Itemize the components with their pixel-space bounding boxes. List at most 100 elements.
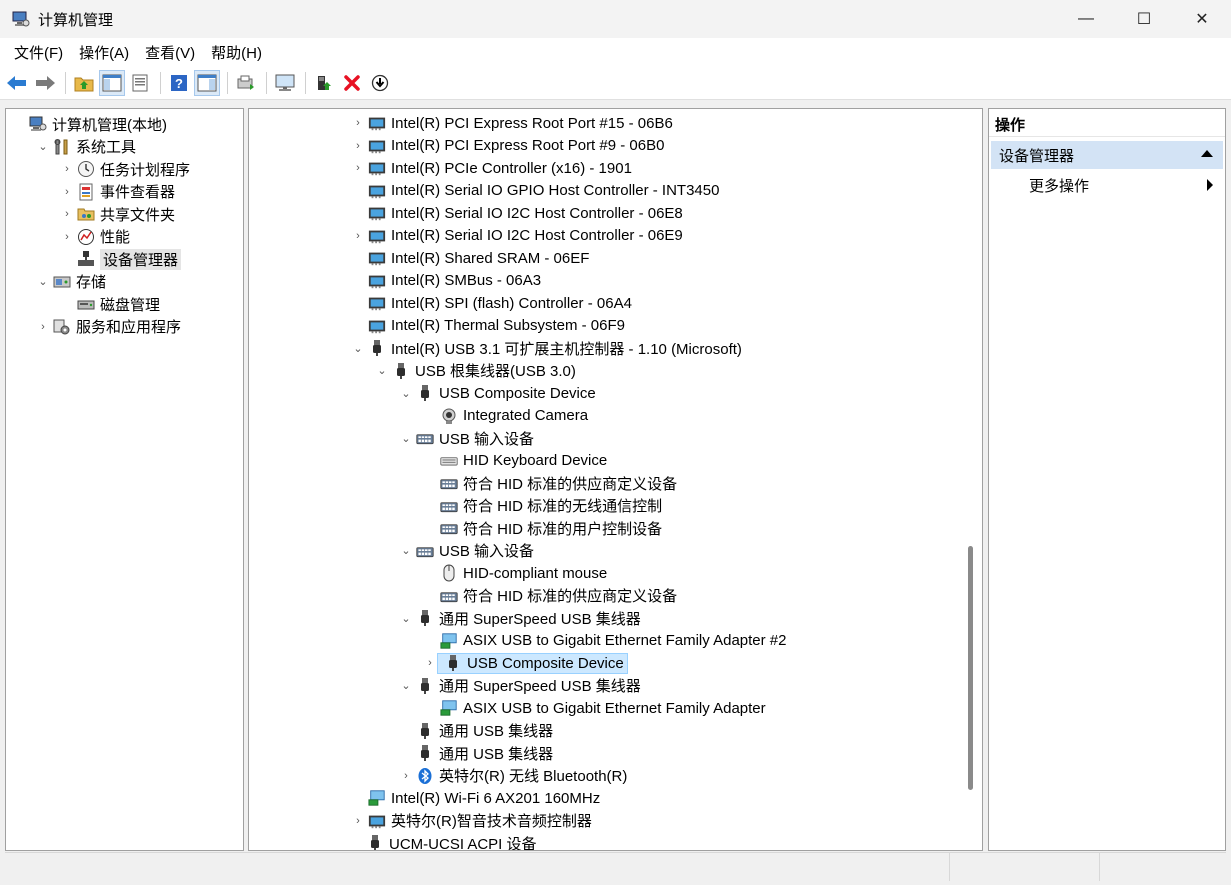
device-tree-item[interactable]: HID-compliant mouse (423, 562, 607, 584)
expand-chevron-icon[interactable]: › (36, 320, 50, 334)
scrollbar-thumb[interactable] (968, 546, 973, 790)
device-tree-item[interactable]: ⌄ USB Composite Device (399, 382, 595, 404)
expand-chevron-icon[interactable]: › (60, 185, 74, 199)
nav-tree-item[interactable]: › 共享文件夹 (60, 203, 175, 225)
device-tree-item[interactable]: ⌄ 通用 SuperSpeed USB 集线器 (399, 675, 641, 697)
device-tree-item[interactable]: ⌄ USB 输入设备 (399, 427, 534, 449)
status-cell-2 (950, 853, 1100, 881)
expand-chevron-icon[interactable]: › (60, 230, 74, 244)
expand-chevron-icon[interactable]: › (351, 814, 365, 828)
collapse-triangle-icon[interactable] (1201, 150, 1213, 157)
device-tree-item[interactable]: UCM-UCSI ACPI 设备 (349, 832, 537, 850)
expand-chevron-icon[interactable]: › (351, 116, 365, 130)
no-expander (423, 409, 437, 423)
forward-button[interactable] (32, 70, 58, 96)
device-tree-item[interactable]: ⌄ 通用 SuperSpeed USB 集线器 (399, 607, 641, 629)
device-tree-item[interactable]: ⌄ Intel(R) USB 3.1 可扩展主机控制器 - 1.10 (Micro… (351, 337, 742, 359)
title-bar: 计算机管理 — ☐ ✕ (0, 0, 1231, 38)
device-tree-item[interactable]: Intel(R) SMBus - 06A3 (351, 270, 541, 292)
device-tree-item[interactable]: 符合 HID 标准的用户控制设备 (423, 517, 662, 539)
device-tree-item[interactable]: 符合 HID 标准的无线通信控制 (423, 495, 662, 517)
device-tree-item[interactable]: HID Keyboard Device (423, 450, 607, 472)
maximize-button[interactable]: ☐ (1115, 0, 1173, 38)
device-tree-item[interactable]: ASIX USB to Gigabit Ethernet Family Adap… (423, 697, 766, 719)
nav-tree-item[interactable]: ⌄ 系统工具 (36, 136, 136, 158)
expand-chevron-icon[interactable]: › (351, 139, 365, 153)
no-expander (423, 454, 437, 468)
device-tree-item[interactable]: Intel(R) SPI (flash) Controller - 06A4 (351, 292, 632, 314)
device-tree-item[interactable]: Intel(R) Serial IO GPIO Host Controller … (351, 180, 719, 202)
collapse-chevron-icon[interactable]: ⌄ (399, 544, 413, 558)
properties-button[interactable] (127, 70, 153, 96)
device-label: 通用 SuperSpeed USB 集线器 (439, 610, 641, 628)
device-tree-item[interactable]: Intel(R) Thermal Subsystem - 06F9 (351, 315, 625, 337)
back-button[interactable] (4, 70, 30, 96)
device-tree-item[interactable]: Intel(R) Shared SRAM - 06EF (351, 247, 589, 269)
device-tree-item[interactable]: › Intel(R) PCIe Controller (x16) - 1901 (351, 157, 632, 179)
up-folder-button[interactable] (71, 70, 97, 96)
menu-action[interactable]: 操作(A) (71, 42, 137, 63)
expand-chevron-icon[interactable]: › (399, 769, 413, 783)
menu-help[interactable]: 帮助(H) (203, 42, 270, 63)
expand-chevron-icon[interactable]: › (60, 162, 74, 176)
monitor-button[interactable] (272, 70, 298, 96)
collapse-chevron-icon[interactable]: ⌄ (399, 611, 413, 625)
device-tree-item[interactable]: Intel(R) Wi-Fi 6 AX201 160MHz (351, 787, 600, 809)
export-button[interactable] (233, 70, 259, 96)
expand-chevron-icon[interactable]: › (60, 207, 74, 221)
properties-icon (132, 74, 148, 91)
device-tree-item[interactable]: › Intel(R) Serial IO I2C Host Controller … (351, 225, 683, 247)
pci-device-icon (368, 204, 386, 222)
nav-tree-item[interactable]: 设备管理器 (60, 248, 182, 270)
show-hide-tree-button[interactable] (99, 69, 125, 96)
collapse-chevron-icon[interactable]: ⌄ (36, 275, 50, 289)
collapse-chevron-icon[interactable]: ⌄ (375, 364, 389, 378)
device-tree-item[interactable]: Integrated Camera (423, 405, 588, 427)
nav-tree-item[interactable]: › 服务和应用程序 (36, 316, 181, 338)
collapse-chevron-icon[interactable]: ⌄ (399, 431, 413, 445)
minimize-button[interactable]: — (1057, 0, 1115, 38)
device-tree-item[interactable]: › 英特尔(R) 无线 Bluetooth(R) (399, 765, 627, 787)
collapse-chevron-icon[interactable]: ⌄ (36, 140, 50, 154)
device-label: Intel(R) Wi-Fi 6 AX201 160MHz (391, 789, 601, 807)
device-tree-item[interactable]: › 英特尔(R)智音技术音频控制器 (351, 810, 592, 832)
device-tree-item[interactable]: ⌄ USB 根集线器(USB 3.0) (375, 360, 576, 382)
device-tree-item[interactable]: › Intel(R) PCI Express Root Port #9 - 06B… (351, 135, 664, 157)
more-actions-item[interactable]: 更多操作 (1029, 173, 1219, 197)
disable-button[interactable] (367, 70, 393, 96)
show-action-pane-button[interactable] (194, 69, 220, 96)
device-tree-item[interactable]: › USB Composite Device (423, 652, 628, 674)
device-tree-item[interactable]: 符合 HID 标准的供应商定义设备 (423, 585, 677, 607)
nav-tree-item[interactable]: 磁盘管理 (60, 293, 160, 315)
selected-device-highlight[interactable]: USB Composite Device (437, 652, 628, 674)
no-expander (351, 296, 365, 310)
nav-tree-item[interactable]: 计算机管理(本地) (12, 113, 167, 135)
device-tree-item[interactable]: ⌄ USB 输入设备 (399, 540, 534, 562)
device-tree-item[interactable]: 符合 HID 标准的供应商定义设备 (423, 472, 677, 494)
device-tree-item[interactable]: › Intel(R) PCI Express Root Port #15 - 06… (351, 112, 673, 134)
device-tree-item[interactable]: 通用 USB 集线器 (399, 720, 553, 742)
nav-tree-item[interactable]: ⌄ 存储 (36, 271, 106, 293)
collapse-chevron-icon[interactable]: ⌄ (399, 386, 413, 400)
expand-chevron-icon[interactable]: › (351, 229, 365, 243)
device-tree-item[interactable]: ASIX USB to Gigabit Ethernet Family Adap… (423, 630, 787, 652)
device-label: ASIX USB to Gigabit Ethernet Family Adap… (463, 699, 766, 717)
device-tree-item[interactable]: Intel(R) Serial IO I2C Host Controller -… (351, 202, 683, 224)
nav-tree-item[interactable]: › 任务计划程序 (60, 158, 190, 180)
close-button[interactable]: ✕ (1173, 0, 1231, 38)
actions-section-device-manager[interactable]: 设备管理器 (991, 141, 1223, 169)
uninstall-button[interactable] (339, 70, 365, 96)
collapse-chevron-icon[interactable]: ⌄ (351, 341, 365, 355)
usb-icon (368, 339, 386, 357)
expand-chevron-icon[interactable]: › (351, 161, 365, 175)
menu-file[interactable]: 文件(F) (6, 42, 71, 63)
nav-tree-item[interactable]: › 事件查看器 (60, 181, 175, 203)
device-tree-item[interactable]: 通用 USB 集线器 (399, 742, 553, 764)
expand-chevron-icon[interactable]: › (423, 656, 437, 670)
nav-tree-label: 磁盘管理 (100, 296, 161, 314)
nav-tree-item[interactable]: › 性能 (60, 226, 130, 248)
collapse-chevron-icon[interactable]: ⌄ (399, 679, 413, 693)
help-button[interactable]: ? (166, 70, 192, 96)
update-driver-button[interactable] (311, 70, 337, 96)
menu-view[interactable]: 查看(V) (137, 42, 203, 63)
